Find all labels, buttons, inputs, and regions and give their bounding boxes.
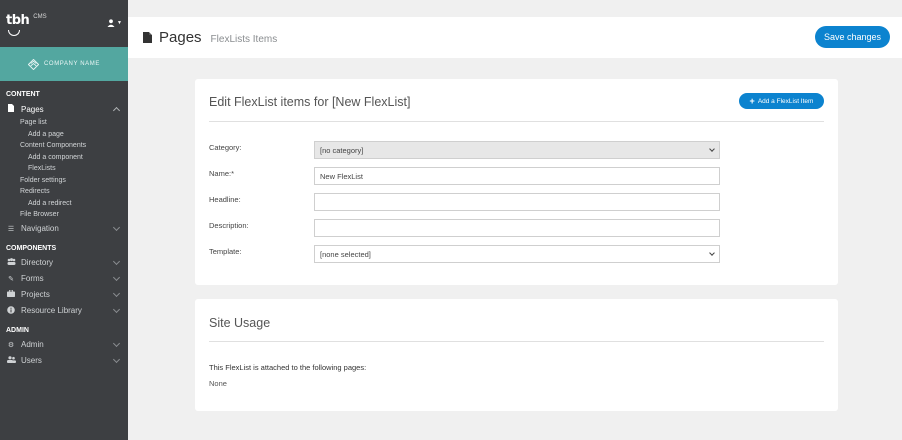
card-divider bbox=[209, 121, 824, 122]
brand-bar: tbh CMS ▼ bbox=[0, 0, 128, 40]
edit-card-title: Edit FlexList items for [New FlexList] bbox=[209, 95, 411, 109]
chevron-down-icon bbox=[709, 146, 715, 152]
logo-smile-icon bbox=[8, 30, 20, 36]
section-content: CONTENT bbox=[6, 91, 40, 98]
users-icon bbox=[6, 356, 16, 365]
nav-redirects[interactable]: Redirects bbox=[0, 186, 128, 198]
chevron-down-icon bbox=[112, 257, 121, 265]
chevron-down-icon bbox=[112, 289, 121, 297]
headline-input[interactable] bbox=[314, 193, 720, 211]
chevron-down-icon bbox=[112, 273, 121, 281]
pencil-icon: ✎ bbox=[8, 275, 14, 283]
sidebar: tbh CMS ▼ COMPANY NAME CONTENT Pages Pag… bbox=[0, 0, 128, 440]
name-input[interactable]: New FlexList bbox=[314, 167, 720, 185]
headline-label: Headline: bbox=[209, 195, 241, 204]
nav-add-redirect[interactable]: Add a redirect bbox=[0, 198, 128, 210]
site-usage-card: Site Usage This FlexList is attached to … bbox=[195, 299, 838, 411]
save-changes-button[interactable]: Save changes bbox=[815, 26, 890, 48]
card-divider bbox=[209, 341, 824, 342]
nav-file-browser[interactable]: File Browser bbox=[0, 209, 128, 221]
nav-flexlists[interactable]: FlexLists bbox=[0, 163, 128, 175]
template-label: Template: bbox=[209, 247, 242, 256]
menu-icon: ☰ bbox=[7, 225, 15, 233]
template-value: [none selected] bbox=[320, 249, 371, 259]
page-subtitle: FlexLists Items bbox=[210, 33, 278, 45]
page-title: Pages bbox=[159, 29, 202, 46]
nav-projects[interactable]: Projects bbox=[0, 287, 128, 303]
company-logo-icon bbox=[28, 58, 39, 70]
category-label: Category: bbox=[209, 143, 242, 152]
caret-down-icon: ▼ bbox=[117, 20, 122, 26]
section-components: COMPONENTS bbox=[6, 244, 57, 252]
edit-flexlist-card: Edit FlexList items for [New FlexList] +… bbox=[195, 79, 838, 285]
company-banner[interactable]: COMPANY NAME bbox=[0, 47, 128, 81]
nav-admin-label: Admin bbox=[21, 340, 44, 349]
chevron-down-icon bbox=[112, 223, 121, 231]
nav-projects-label: Projects bbox=[21, 290, 50, 299]
nav-page-list[interactable]: Page list bbox=[0, 117, 128, 129]
page-icon bbox=[143, 32, 152, 43]
nav-pages[interactable]: Pages bbox=[0, 101, 128, 117]
user-icon bbox=[107, 19, 115, 27]
nav-resource-library-label: Resource Library bbox=[21, 306, 82, 315]
name-label: Name:* bbox=[209, 169, 235, 178]
gear-icon: ⚙ bbox=[7, 341, 15, 349]
nav-navigation-label: Navigation bbox=[21, 224, 59, 233]
nav-directory-label: Directory bbox=[21, 258, 54, 267]
nav-navigation[interactable]: ☰ Navigation bbox=[0, 221, 128, 237]
company-name: COMPANY NAME bbox=[44, 61, 100, 67]
nav-users[interactable]: Users bbox=[0, 353, 128, 369]
page-icon bbox=[6, 104, 16, 114]
user-menu[interactable]: ▼ bbox=[107, 19, 122, 27]
nav-pages-label: Pages bbox=[21, 104, 44, 114]
nav-forms[interactable]: ✎ Forms bbox=[0, 271, 128, 287]
section-admin: ADMIN bbox=[6, 326, 29, 334]
add-flexlist-item-button[interactable]: + Add a FlexList Item bbox=[739, 93, 824, 109]
category-value: [no category] bbox=[320, 145, 364, 155]
site-usage-title: Site Usage bbox=[209, 316, 271, 330]
nav-content-components[interactable]: Content Components bbox=[0, 140, 128, 152]
nav-users-label: Users bbox=[21, 356, 42, 365]
plus-icon: + bbox=[749, 95, 755, 106]
cms-logo-suffix: CMS bbox=[33, 14, 47, 20]
chevron-up-icon bbox=[112, 106, 121, 115]
nav-forms-label: Forms bbox=[21, 274, 44, 283]
chevron-down-icon bbox=[112, 355, 121, 363]
chevron-down-icon bbox=[709, 250, 715, 256]
top-bar: Pages FlexLists Items Save changes bbox=[128, 17, 902, 58]
description-input[interactable] bbox=[314, 219, 720, 237]
nav-add-page[interactable]: Add a page bbox=[0, 129, 128, 141]
name-value: New FlexList bbox=[320, 171, 363, 181]
description-label: Description: bbox=[209, 221, 249, 230]
template-select[interactable]: [none selected] bbox=[314, 245, 720, 263]
briefcase-icon bbox=[6, 289, 16, 299]
users-group-icon bbox=[6, 258, 16, 267]
chevron-down-icon bbox=[112, 305, 121, 313]
usage-none-text: None bbox=[209, 379, 227, 388]
usage-description: This FlexList is attached to the followi… bbox=[209, 363, 367, 372]
nav-folder-settings[interactable]: Folder settings bbox=[0, 175, 128, 187]
nav-resource-library[interactable]: Resource Library bbox=[0, 303, 128, 319]
info-circle-icon bbox=[6, 305, 16, 316]
nav-add-component[interactable]: Add a component bbox=[0, 152, 128, 164]
nav-directory[interactable]: Directory bbox=[0, 255, 128, 271]
chevron-down-icon bbox=[112, 339, 121, 347]
cms-logo[interactable]: tbh bbox=[6, 13, 30, 28]
add-flexlist-item-label: Add a FlexList Item bbox=[757, 97, 814, 105]
category-select[interactable]: [no category] bbox=[314, 141, 720, 159]
nav-admin[interactable]: ⚙ Admin bbox=[0, 337, 128, 353]
